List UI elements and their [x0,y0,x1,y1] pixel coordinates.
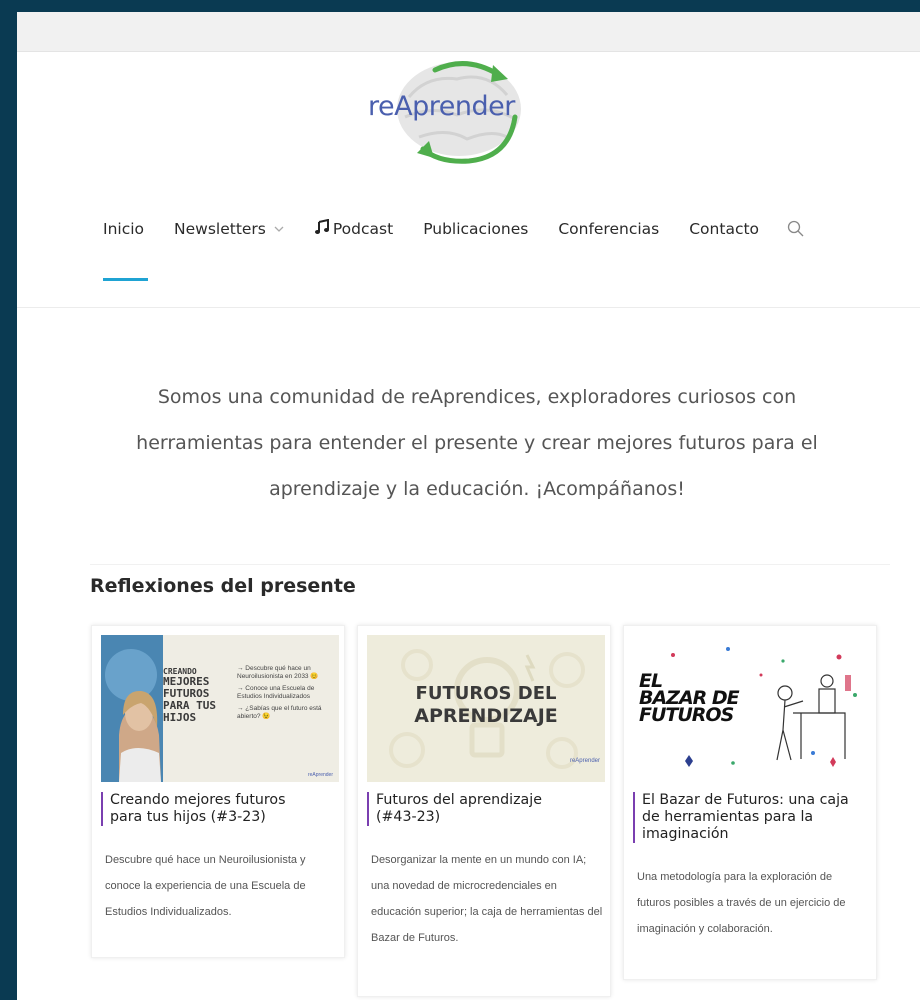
browser-frame: reAprender Inicio Newsletters Podcast Pu… [17,12,920,1000]
logo-text: reAprender [368,91,515,122]
nav-item-newsletters[interactable]: Newsletters [174,220,284,238]
post-card[interactable]: CREANDO MEJORES FUTUROS PARA TUS HIJOS →… [91,625,345,958]
nav-item-podcast[interactable]: Podcast [314,218,394,239]
music-note-icon [314,218,330,239]
chevron-down-icon[interactable] [274,223,284,236]
section-divider [90,564,890,565]
post-card[interactable]: FUTUROS DEL APRENDIZAJE reAprender Futur… [357,625,611,997]
post-excerpt: Desorganizar la mente en un mundo con IA… [371,854,603,944]
intro-line: herramientas para entender el presente y… [136,432,818,454]
post-title-text[interactable]: Futuros del aprendizaje (#43-23) [376,792,542,825]
nav-item-contacto[interactable]: Contacto [689,220,759,238]
post-thumbnail[interactable]: EL BAZAR DE FUTUROS [633,635,871,782]
thumbnail-bullet: → Descubre qué hace un Neuroilusionista … [237,665,319,680]
header-divider [17,307,920,308]
thumbnail-brand: reAprender [569,758,600,764]
search-icon[interactable] [787,220,805,238]
thumbnail-brand: reAprender [307,772,333,778]
thumbnail-heading: FUTUROS DEL [415,683,557,704]
nav-item-inicio[interactable]: Inicio [103,220,144,238]
post-excerpt: Descubre qué hace un Neuroilusionista y … [105,854,306,918]
nav-label: Newsletters [174,220,266,238]
post-title[interactable]: Futuros del aprendizaje (#43-23) [367,792,587,826]
post-excerpt: Una metodología para la exploración de f… [637,871,846,935]
site-logo[interactable]: reAprender [347,57,567,167]
thumbnail-bullet: → ¿Sabías que el futuro está abierto? 😉 [237,705,322,720]
intro-line: aprendizaje y la educación. ¡Acompáñanos… [269,478,685,500]
main-nav: Inicio Newsletters Podcast Publicaciones [103,214,805,244]
nav-label: Conferencias [558,220,660,238]
intro-text: Somos una comunidad de reAprendices, exp… [77,374,877,512]
nav-item-conferencias[interactable]: Conferencias [558,220,659,238]
active-nav-indicator [103,278,148,281]
top-bar [17,12,920,52]
intro-line: Somos una comunidad de reAprendices, exp… [157,386,797,408]
thumbnail-heading: HIJOS [163,711,197,724]
nav-item-publicaciones[interactable]: Publicaciones [423,220,528,238]
post-title-text[interactable]: Creando mejores futuros para tus hijos (… [110,792,286,825]
post-title[interactable]: Creando mejores futuros para tus hijos (… [101,792,321,826]
nav-label: Contacto [689,220,760,238]
post-title[interactable]: El Bazar de Futuros: una caja de herrami… [633,792,867,843]
nav-label: Publicaciones [423,220,529,238]
thumbnail-bullet: → Conoce una Escuela de Estudios Individ… [237,685,315,700]
thumbnail-heading: APRENDIZAJE [414,705,558,727]
nav-label: Podcast [332,220,394,238]
post-card[interactable]: EL BAZAR DE FUTUROS El Bazar de Futuros:… [623,625,877,980]
post-thumbnail[interactable]: CREANDO MEJORES FUTUROS PARA TUS HIJOS →… [101,635,339,782]
section-title: Reflexiones del presente [90,575,356,597]
thumbnail-heading: FUTUROS [639,704,734,726]
nav-label: Inicio [103,220,145,238]
post-thumbnail[interactable]: FUTUROS DEL APRENDIZAJE reAprender [367,635,605,782]
post-title-text[interactable]: El Bazar de Futuros: una caja de herrami… [642,792,849,842]
